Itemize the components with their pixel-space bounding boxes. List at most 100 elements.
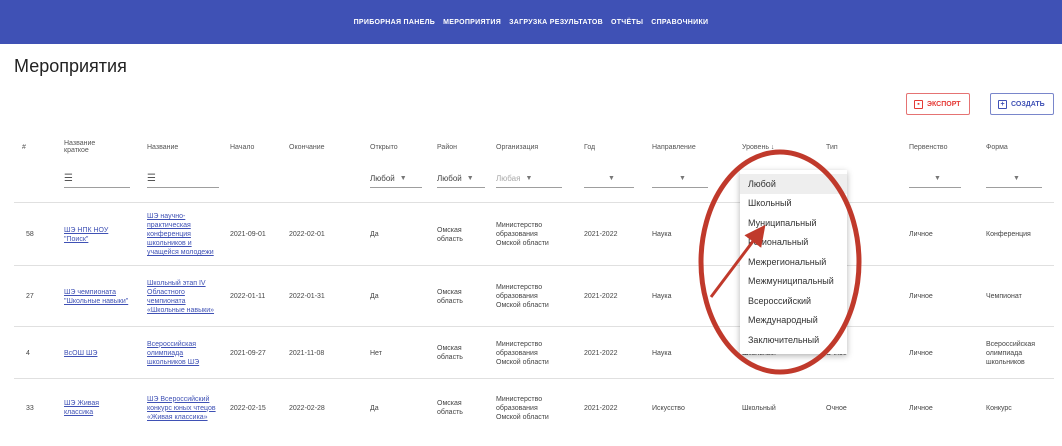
cell-num: 4 xyxy=(26,349,30,357)
table-row[interactable]: 33 ШЭ Живая классика ШЭ Всероссийский ко… xyxy=(14,378,1054,446)
short-name-link[interactable]: ВсОШ ШЭ xyxy=(64,349,97,358)
year-filter-select[interactable]: ▼ xyxy=(584,170,634,188)
cell-direction: Искусство xyxy=(652,404,685,412)
open-filter-select[interactable]: Любой ▼ xyxy=(370,170,422,188)
cell-open: Нет xyxy=(370,349,382,357)
dropdown-option-all-russian[interactable]: Всероссийский xyxy=(740,291,847,311)
cell-district: Омская область xyxy=(437,345,463,361)
cell-direction: Наука xyxy=(652,231,672,238)
level-dropdown-menu: Любой Школьный Муниципальный Региональны… xyxy=(740,170,847,354)
cell-year: 2021-2022 xyxy=(584,349,618,357)
export-button[interactable]: ▪ ЭКСПОРТ xyxy=(906,93,970,115)
export-label: ЭКСПОРТ xyxy=(927,100,961,108)
chevron-down-icon: ▼ xyxy=(399,175,407,182)
short-name-link[interactable]: ШЭ чемпионата "Школьные навыки" xyxy=(64,288,130,306)
cell-start: 2021-09-27 xyxy=(230,349,266,357)
cell-direction: Наука xyxy=(652,293,672,300)
dropdown-option-school[interactable]: Школьный xyxy=(740,194,847,214)
cell-form: Конкурс xyxy=(986,404,1012,412)
chevron-down-icon: ▼ xyxy=(466,175,474,182)
header-type[interactable]: Тип xyxy=(826,128,838,166)
name-link[interactable]: Школьный этап IV Областного чемпионата «… xyxy=(147,279,219,315)
cell-org: Министерство образования Омской области xyxy=(496,395,549,421)
cell-org: Министерство образования Омской области xyxy=(496,222,549,247)
header-year[interactable]: Год xyxy=(584,128,595,166)
header-org[interactable]: Организация xyxy=(496,128,538,166)
dropdown-option-interregional[interactable]: Межрегиональный xyxy=(740,252,847,272)
name-link[interactable]: ШЭ Всероссийский конкурс юных чтецов «Жи… xyxy=(147,395,219,422)
chevron-down-icon: ▼ xyxy=(1013,175,1020,182)
chevron-down-icon: ▼ xyxy=(679,175,686,182)
chevron-down-icon: ▼ xyxy=(525,175,533,182)
cell-type: Очное xyxy=(826,404,847,412)
cell-form: Чемпионат xyxy=(986,293,1022,300)
dropdown-option-final[interactable]: Заключительный xyxy=(740,330,847,350)
nav-events[interactable]: МЕРОПРИЯТИЯ xyxy=(443,19,501,26)
name-link[interactable]: ШЭ научно-практическая конференция школь… xyxy=(147,212,219,257)
cell-primacy: Личное xyxy=(909,404,933,412)
cell-direction: Наука xyxy=(652,349,672,357)
table-row[interactable]: 27 ШЭ чемпионата "Школьные навыки" Школь… xyxy=(14,265,1054,326)
header-name[interactable]: Название xyxy=(147,128,178,166)
primacy-filter-select[interactable]: ▼ xyxy=(909,170,961,188)
cell-primacy: Личное xyxy=(909,231,933,238)
nav-directories[interactable]: СПРАВОЧНИКИ xyxy=(651,19,708,26)
page-title: Мероприятия xyxy=(14,56,127,76)
table-row[interactable]: 4 ВсОШ ШЭ Всероссийская олимпиада школьн… xyxy=(14,326,1054,378)
chevron-down-icon: ▼ xyxy=(608,175,615,182)
header-open[interactable]: Открыто xyxy=(370,128,398,166)
name-filter[interactable]: ☰ xyxy=(147,170,219,188)
dropdown-option-any[interactable]: Любой xyxy=(740,174,847,194)
org-filter-select[interactable]: Любая ▼ xyxy=(496,170,562,188)
filter-icon: ☰ xyxy=(64,173,73,184)
form-filter-select[interactable]: ▼ xyxy=(986,170,1042,188)
header-start[interactable]: Начало xyxy=(230,128,254,166)
header-level[interactable]: Уровень ↓ xyxy=(742,128,774,166)
open-filter-value: Любой xyxy=(370,174,395,183)
cell-primacy: Личное xyxy=(909,293,933,300)
cell-end: 2022-01-31 xyxy=(289,293,325,300)
district-filter-select[interactable]: Любой ▼ xyxy=(437,170,485,188)
header-form[interactable]: Форма xyxy=(986,128,1008,166)
cell-primacy: Личное xyxy=(909,349,933,357)
cell-form: Всероссийская олимпиада школьников xyxy=(986,340,1036,366)
name-link[interactable]: Всероссийская олимпиада школьников ШЭ xyxy=(147,340,219,367)
dropdown-option-municipal[interactable]: Муниципальный xyxy=(740,213,847,233)
short-name-link[interactable]: ШЭ Живая классика xyxy=(64,399,130,417)
cell-org: Министерство образования Омской области xyxy=(496,340,549,366)
district-filter-value: Любой xyxy=(437,174,462,183)
dropdown-option-international[interactable]: Международный xyxy=(740,311,847,331)
cell-open: Да xyxy=(370,231,379,238)
cell-end: 2022-02-28 xyxy=(289,404,325,412)
header-short-name[interactable]: Название краткое xyxy=(64,128,119,166)
cell-district: Омская область xyxy=(437,400,463,416)
nav-upload-results[interactable]: ЗАГРУЗКА РЕЗУЛЬТАТОВ xyxy=(509,19,603,26)
cell-district: Омская область xyxy=(437,288,463,305)
header-num: # xyxy=(22,143,26,151)
top-nav-bar: ПРИБОРНАЯ ПАНЕЛЬ МЕРОПРИЯТИЯ ЗАГРУЗКА РЕ… xyxy=(0,0,1062,44)
cell-num: 27 xyxy=(26,293,34,300)
nav-reports[interactable]: ОТЧЁТЫ xyxy=(611,19,643,26)
dropdown-option-regional[interactable]: Региональный xyxy=(740,233,847,253)
dropdown-option-intermunicipal[interactable]: Межмуниципальный xyxy=(740,272,847,292)
table-row[interactable]: 58 ШЭ НПК НОУ "Поиск" ШЭ научно-практиче… xyxy=(14,202,1054,265)
header-district[interactable]: Район xyxy=(437,128,457,166)
cell-start: 2021-09-01 xyxy=(230,231,266,238)
header-primacy[interactable]: Первенство xyxy=(909,128,947,166)
cell-level: Школьный xyxy=(742,404,776,412)
nav-dashboard[interactable]: ПРИБОРНАЯ ПАНЕЛЬ xyxy=(354,19,436,26)
add-icon: + xyxy=(998,99,1007,109)
cell-district: Омская область xyxy=(437,226,463,243)
cell-num: 58 xyxy=(26,231,34,238)
cell-num: 33 xyxy=(26,404,34,412)
header-end[interactable]: Окончание xyxy=(289,128,325,166)
create-button[interactable]: + СОЗДАТЬ xyxy=(990,93,1054,115)
short-name-link[interactable]: ШЭ НПК НОУ "Поиск" xyxy=(64,226,130,244)
cell-year: 2021-2022 xyxy=(584,404,618,412)
header-direction[interactable]: Направление xyxy=(652,128,696,166)
cell-start: 2022-02-15 xyxy=(230,404,266,412)
cell-form: Конференция xyxy=(986,231,1031,238)
direction-filter-select[interactable]: ▼ xyxy=(652,170,708,188)
short-name-filter[interactable]: ☰ xyxy=(64,170,130,188)
cell-open: Да xyxy=(370,404,379,412)
